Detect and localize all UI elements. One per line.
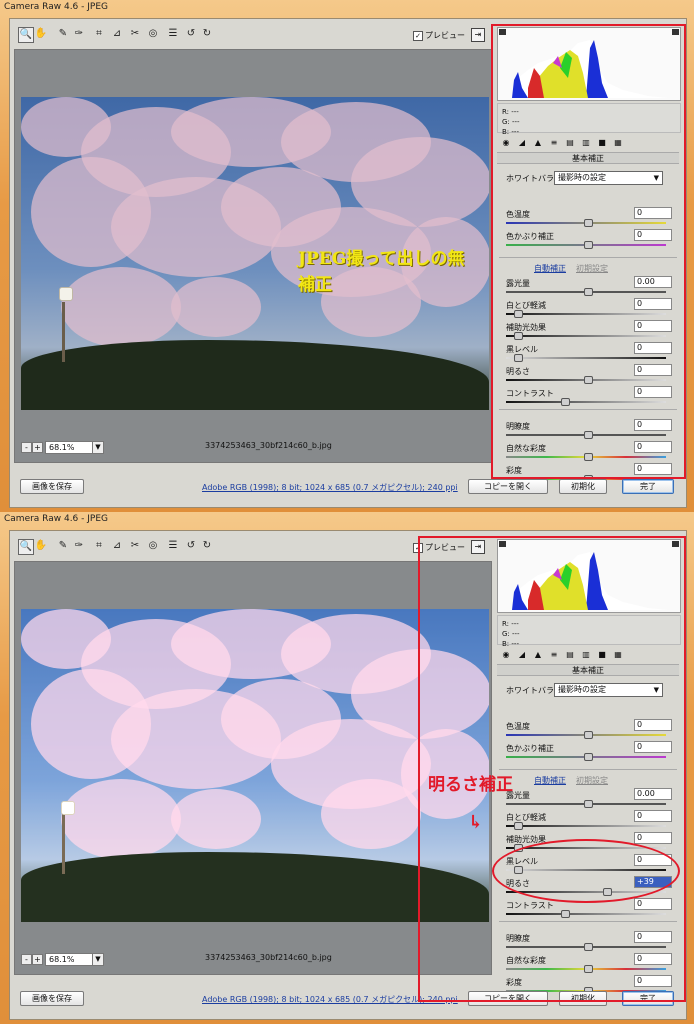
zoom-in-button[interactable]: + [32, 954, 43, 965]
preview-label: プレビュー [425, 31, 465, 40]
preferences-icon[interactable]: ☰ [166, 27, 180, 41]
zoom-out-button[interactable]: - [21, 954, 32, 965]
lamp [59, 287, 73, 301]
zoom-out-button[interactable]: - [21, 442, 32, 453]
white-balance-tool-icon[interactable]: ✎ [56, 539, 70, 553]
annotation-text: 明るさ補正 [428, 775, 513, 795]
highlight-box [491, 24, 686, 479]
blossom-cluster [61, 779, 181, 859]
highlight-ellipse [492, 839, 680, 903]
preview-canvas: JPEG撮って出しの無補正 - +68.1% ▼ 3374253463_30bf214c… [14, 49, 492, 463]
white-balance-tool-icon[interactable]: ✎ [56, 27, 70, 41]
lamp-post [62, 302, 65, 362]
blossom-cluster [171, 789, 261, 849]
crop-tool-icon[interactable]: ⌗ [92, 539, 106, 553]
hand-tool-icon[interactable]: ✋ [34, 539, 48, 553]
preview-checkbox[interactable]: ✓ プレビュー [413, 30, 465, 41]
retouch-tool-icon[interactable]: ✂ [128, 539, 142, 553]
red-eye-tool-icon[interactable]: ◎ [146, 27, 160, 41]
camera-raw-window: Camera Raw 4.6 - JPEG 🔍 ✋ ✎ ✑ ⌗ ⊿ ✂ ◎ ☰ ↺ ↻ ✓ プレビュー ⇥ J… [0, 0, 694, 512]
workflow-options-link[interactable]: Adobe RGB (1998); 8 bit; 1024 x 685 (0.7… [202, 482, 458, 493]
rotate-right-icon[interactable]: ↻ [200, 27, 214, 41]
zoom-tool-icon[interactable]: 🔍 [18, 539, 34, 555]
fullscreen-icon[interactable]: ⇥ [471, 28, 485, 42]
rotate-right-icon[interactable]: ↻ [200, 539, 214, 553]
rotate-left-icon[interactable]: ↺ [184, 539, 198, 553]
lamp [61, 801, 75, 815]
bottom-bar: 画像を保存 Adobe RGB (1998); 8 bit; 1024 x 685… [10, 477, 686, 505]
save-image-button[interactable]: 画像を保存 [20, 991, 84, 1006]
zoom-in-button[interactable]: + [32, 442, 43, 453]
straighten-tool-icon[interactable]: ⊿ [110, 27, 124, 41]
zoom-tool-icon[interactable]: 🔍 [18, 27, 34, 43]
zoom-value[interactable]: 68.1% [45, 441, 94, 454]
red-eye-tool-icon[interactable]: ◎ [146, 539, 160, 553]
save-image-button[interactable]: 画像を保存 [20, 479, 84, 494]
zoom-value[interactable]: 68.1% [45, 953, 94, 966]
file-name: 3374253463_30bf214c60_b.jpg [205, 441, 332, 450]
window-title: Camera Raw 4.6 - JPEG [4, 514, 108, 524]
rotate-left-icon[interactable]: ↺ [184, 27, 198, 41]
window-title: Camera Raw 4.6 - JPEG [4, 2, 108, 12]
color-sampler-icon[interactable]: ✑ [72, 27, 86, 41]
lamp-post [62, 814, 65, 874]
preferences-icon[interactable]: ☰ [166, 539, 180, 553]
done-button[interactable]: 完了 [622, 479, 674, 494]
arrow-icon: ↳ [468, 812, 484, 833]
color-sampler-icon[interactable]: ✑ [72, 539, 86, 553]
blossom-cluster [61, 267, 181, 347]
open-copy-button[interactable]: コピーを開く [468, 479, 548, 494]
reset-button[interactable]: 初期化 [559, 479, 607, 494]
blossom-cluster [21, 609, 111, 669]
camera-raw-window: Camera Raw 4.6 - JPEG 🔍 ✋ ✎ ✑ ⌗ ⊿ ✂ ◎ ☰ ↺ ↻ ✓ プレビュー ⇥ -… [0, 512, 694, 1024]
blossom-cluster [171, 277, 261, 337]
hand-tool-icon[interactable]: ✋ [34, 27, 48, 41]
checkmark-icon: ✓ [413, 30, 423, 41]
hill [21, 340, 489, 410]
crop-tool-icon[interactable]: ⌗ [92, 27, 106, 41]
overlay-caption: JPEG撮って出しの無補正 [298, 249, 465, 295]
retouch-tool-icon[interactable]: ✂ [128, 27, 142, 41]
file-name: 3374253463_30bf214c60_b.jpg [205, 953, 332, 962]
chevron-down-icon[interactable]: ▼ [92, 441, 104, 454]
chevron-down-icon[interactable]: ▼ [92, 953, 104, 966]
blossom-cluster [21, 97, 111, 157]
straighten-tool-icon[interactable]: ⊿ [110, 539, 124, 553]
highlight-box [418, 536, 686, 1002]
